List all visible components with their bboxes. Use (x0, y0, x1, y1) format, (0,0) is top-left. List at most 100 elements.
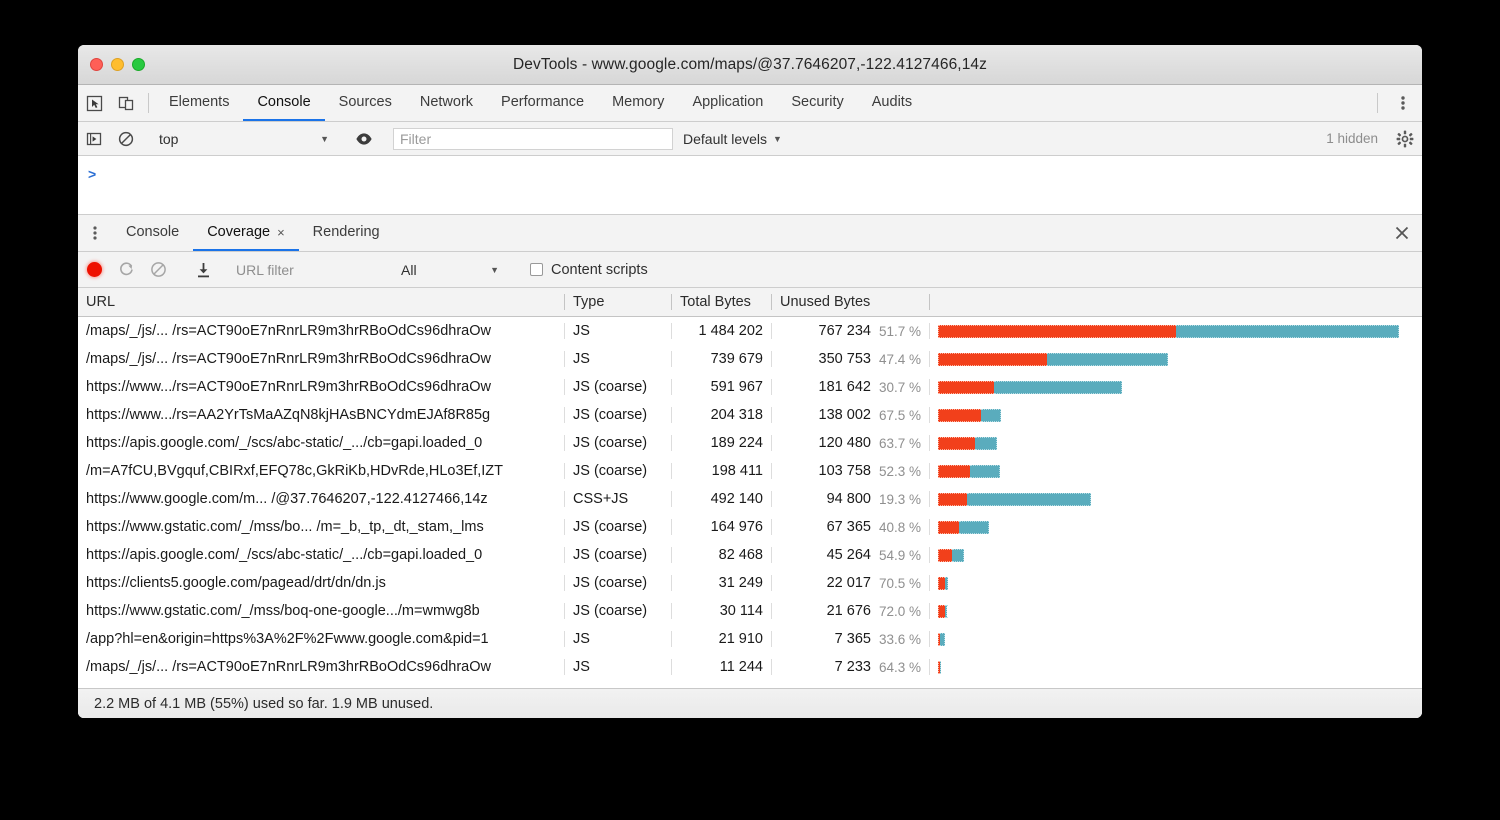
unused-percent-value: 47.4 % (879, 352, 921, 367)
drawer-tab-console[interactable]: Console (112, 215, 193, 251)
coverage-type-select[interactable]: All ▼ (395, 259, 505, 281)
unused-bytes-value: 45 264 (827, 547, 871, 563)
bar-segment-unused (938, 409, 981, 422)
column-header-type[interactable]: Type (565, 294, 672, 310)
cell-unused-bytes: 94 80019.3 % (772, 491, 930, 507)
cell-type: JS (coarse) (565, 575, 672, 591)
unused-bytes-value: 21 676 (827, 603, 871, 619)
table-row[interactable]: /maps/_/js/... /rs=ACT90oE7nRnrLR9m3hrRB… (78, 317, 1422, 345)
chevron-down-icon: ▼ (320, 134, 329, 144)
column-header-unused-bytes[interactable]: Unused Bytes (772, 294, 930, 310)
unused-percent-value: 30.7 % (879, 380, 921, 395)
console-sidebar-icon[interactable] (78, 131, 110, 147)
cell-unused-bytes: 7 233 64.3 % (772, 659, 930, 675)
tab-security[interactable]: Security (777, 85, 857, 121)
cell-total-bytes: 204 318 (672, 407, 772, 423)
column-header-total-bytes[interactable]: Total Bytes (672, 294, 772, 310)
bar-segment-unused (938, 437, 975, 450)
table-row[interactable]: /app?hl=en&origin=https%3A%2F%2Fwww.goog… (78, 625, 1422, 653)
cell-coverage-bar (930, 633, 1422, 646)
hidden-messages-count[interactable]: 1 hidden (1326, 131, 1388, 146)
cell-coverage-bar (930, 325, 1422, 338)
table-row[interactable]: /m=A7fCU,BVgquf,CBIRxf,EFQ78c,GkRiKb,HDv… (78, 457, 1422, 485)
table-row[interactable]: https://www.../rs=AA2YrTsMaAZqN8kjHAsBNC… (78, 401, 1422, 429)
cell-coverage-bar (930, 577, 1422, 590)
checkbox-box[interactable] (530, 263, 543, 276)
coverage-type-value: All (401, 262, 417, 278)
unused-percent-value: 52.3 % (879, 464, 921, 479)
clear-console-icon[interactable] (110, 131, 142, 147)
minimize-window-button[interactable] (111, 58, 124, 71)
cell-url: https://www.gstatic.com/_/mss/bo... /m=_… (78, 519, 565, 535)
tab-label: Memory (612, 94, 664, 110)
table-row[interactable]: https://clients5.google.com/pagead/drt/d… (78, 569, 1422, 597)
cell-url: /maps/_/js/... /rs=ACT90oE7nRnrLR9m3hrRB… (78, 659, 565, 675)
tab-console[interactable]: Console (243, 85, 324, 121)
live-expression-eye-icon[interactable] (348, 132, 380, 146)
cell-total-bytes: 164 976 (672, 519, 772, 535)
cell-type: JS (565, 351, 672, 367)
close-icon[interactable]: × (277, 225, 285, 240)
download-export-icon[interactable] (187, 262, 219, 278)
coverage-bar (938, 437, 997, 450)
cell-unused-bytes: 103 758 52.3 % (772, 463, 930, 479)
bar-segment-unused (938, 493, 967, 506)
coverage-bar (938, 409, 1001, 422)
table-row[interactable]: https://www.gstatic.com/_/mss/boq-one-go… (78, 597, 1422, 625)
tab-elements[interactable]: Elements (155, 85, 243, 121)
coverage-bar (938, 661, 941, 674)
cell-url: https://apis.google.com/_/scs/abc-static… (78, 435, 565, 451)
console-output-area[interactable]: > (78, 156, 1422, 215)
clear-icon[interactable] (142, 261, 174, 278)
tabbar-spacer (926, 85, 1371, 121)
drawer-tab-coverage[interactable]: Coverage × (193, 215, 298, 251)
tab-application[interactable]: Application (678, 85, 777, 121)
unused-bytes-value: 103 758 (819, 463, 871, 479)
device-toolbar-icon[interactable] (110, 85, 142, 121)
cell-coverage-bar (930, 465, 1422, 478)
cell-type: JS (565, 631, 672, 647)
vertical-dots-icon[interactable] (1384, 85, 1422, 121)
bar-segment-unused (938, 521, 959, 534)
maximize-window-button[interactable] (132, 58, 145, 71)
reload-icon[interactable] (110, 261, 142, 278)
execution-context-select[interactable]: top ▼ (155, 128, 335, 150)
tab-memory[interactable]: Memory (598, 85, 678, 121)
cell-unused-bytes: 7 36533.6 % (772, 631, 930, 647)
column-header-url[interactable]: URL (78, 294, 565, 310)
window-titlebar: DevTools - www.google.com/maps/@37.76462… (78, 45, 1422, 85)
tab-performance[interactable]: Performance (487, 85, 598, 121)
table-row[interactable]: https://www.google.com/m... /@37.7646207… (78, 485, 1422, 513)
bar-segment-used (945, 577, 948, 590)
table-row[interactable]: /maps/_/js/... /rs=ACT90oE7nRnrLR9m3hrRB… (78, 345, 1422, 373)
gear-icon[interactable] (1388, 130, 1422, 148)
coverage-status-text: 2.2 MB of 4.1 MB (55%) used so far. 1.9 … (94, 696, 433, 712)
bar-segment-used (959, 521, 989, 534)
window-title: DevTools - www.google.com/maps/@37.76462… (78, 56, 1422, 74)
tab-audits[interactable]: Audits (858, 85, 926, 121)
log-levels-select[interactable]: Default levels ▼ (673, 131, 792, 147)
table-row[interactable]: https://www.../rs=ACT90oE7nRnrLR9m3hrRBo… (78, 373, 1422, 401)
close-drawer-icon[interactable] (1382, 215, 1422, 251)
console-filter-input[interactable] (393, 128, 673, 150)
tab-sources[interactable]: Sources (325, 85, 406, 121)
record-dot-icon[interactable] (78, 262, 110, 277)
unused-bytes-value: 7 233 (835, 659, 871, 675)
execution-context-value: top (159, 131, 178, 147)
table-row[interactable]: https://www.gstatic.com/_/mss/bo... /m=_… (78, 513, 1422, 541)
tab-network[interactable]: Network (406, 85, 487, 121)
cell-coverage-bar (930, 549, 1422, 562)
tab-label: Sources (339, 94, 392, 110)
bar-segment-used (970, 465, 999, 478)
inspect-cursor-icon[interactable] (78, 85, 110, 121)
vertical-dots-icon[interactable] (78, 215, 112, 251)
table-row[interactable]: https://apis.google.com/_/scs/abc-static… (78, 429, 1422, 457)
table-row[interactable]: /maps/_/js/... /rs=ACT90oE7nRnrLR9m3hrRB… (78, 653, 1422, 681)
coverage-bar (938, 549, 964, 562)
drawer-tab-rendering[interactable]: Rendering (299, 215, 394, 251)
url-filter-input[interactable] (232, 259, 382, 281)
table-row[interactable]: https://apis.google.com/_/scs/abc-static… (78, 541, 1422, 569)
unused-percent-value: 64.3 % (879, 660, 921, 675)
close-window-button[interactable] (90, 58, 103, 71)
content-scripts-checkbox[interactable]: Content scripts (518, 262, 648, 278)
